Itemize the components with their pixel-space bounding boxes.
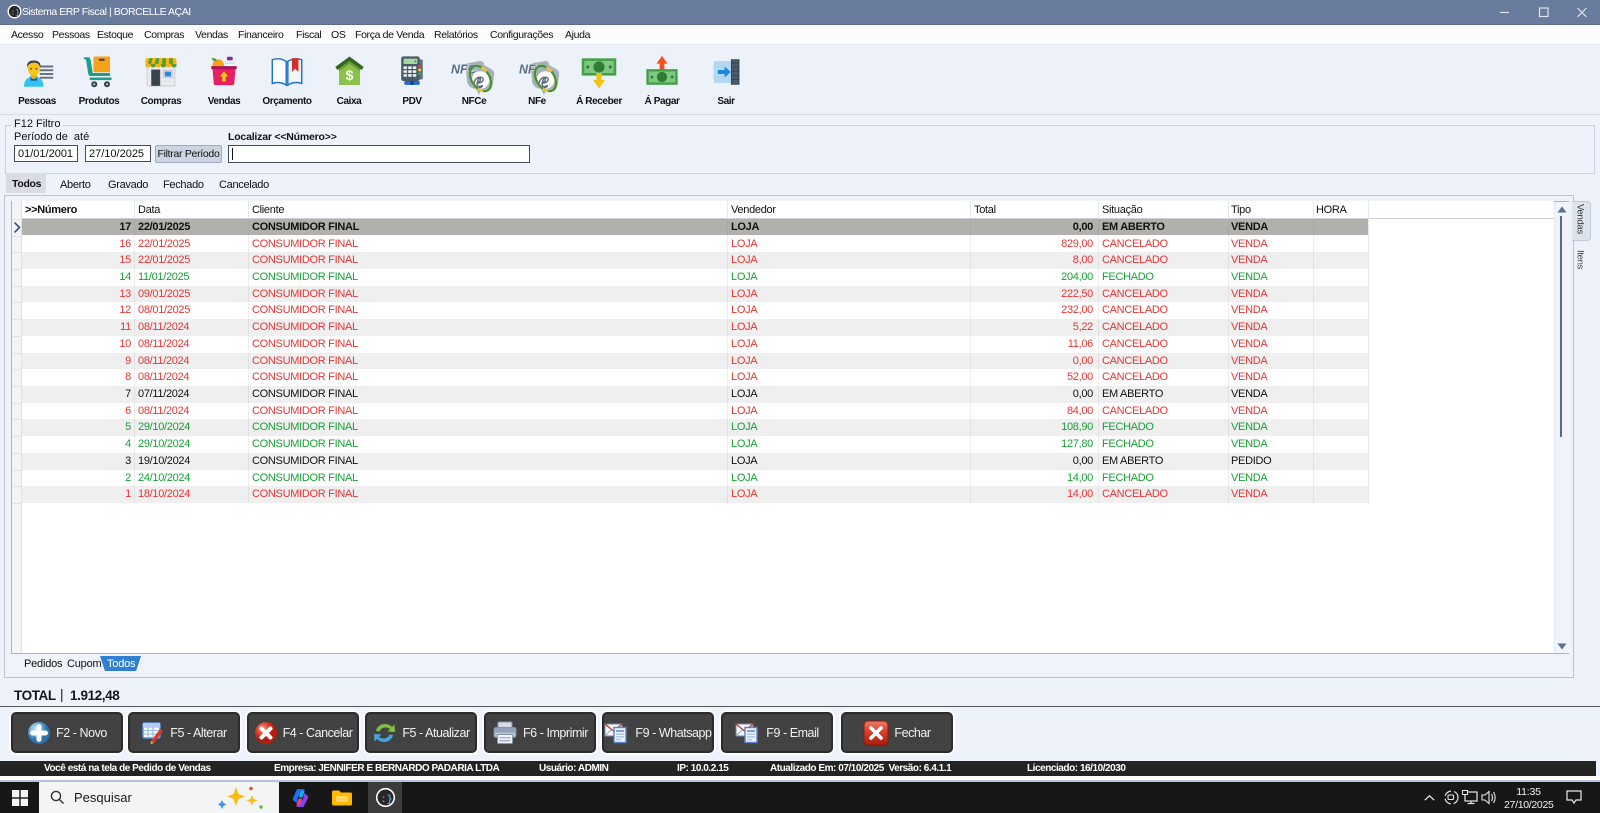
svg-text::}: :} xyxy=(11,10,20,18)
svg-text::}: :} xyxy=(381,794,393,806)
svg-text:NF: NF xyxy=(519,63,536,77)
svg-text:$: $ xyxy=(345,68,353,84)
